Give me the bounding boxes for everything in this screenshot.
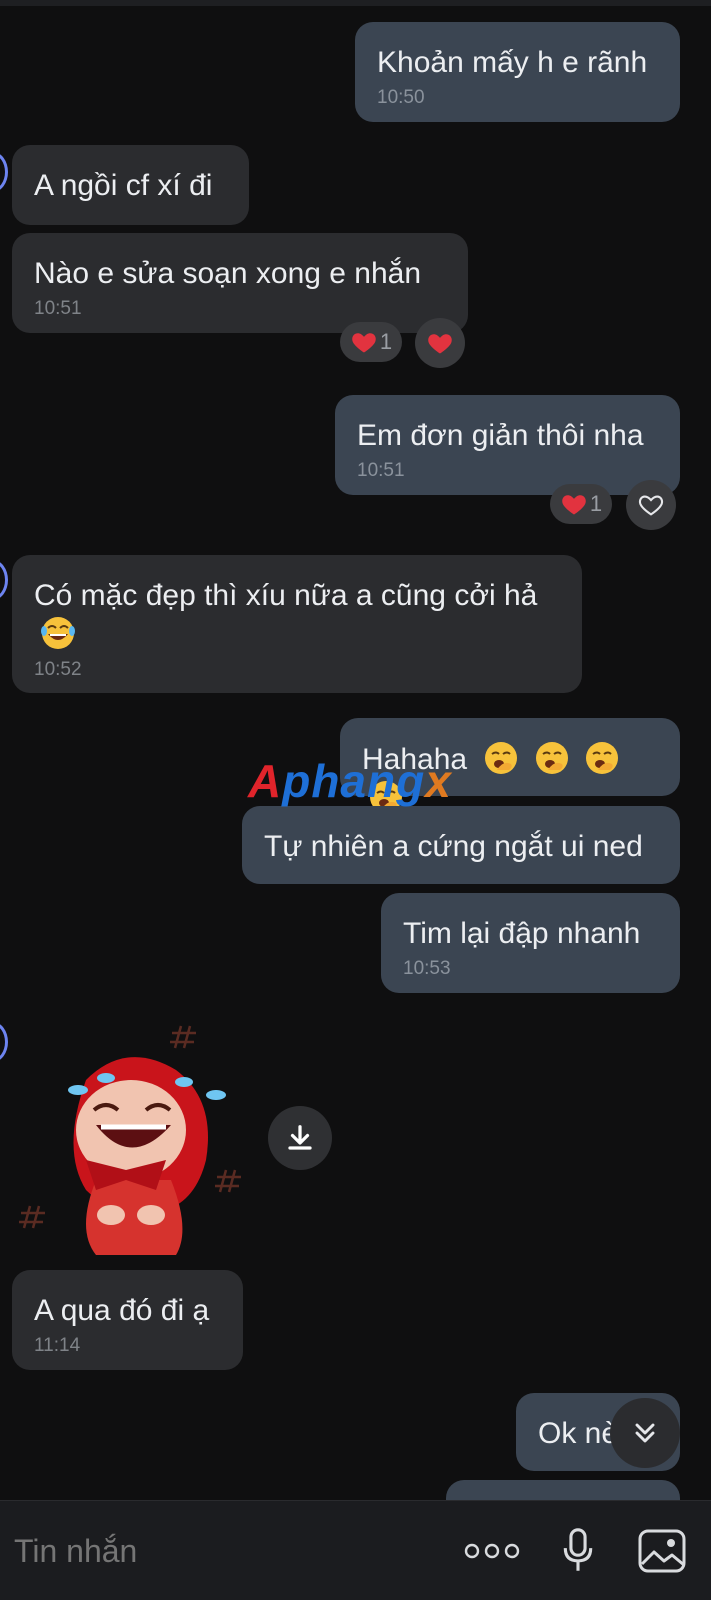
- message-text: Em đơn giản thôi nha: [357, 419, 644, 452]
- message-bubble-outgoing[interactable]: [446, 1480, 680, 1500]
- heart-icon: [428, 334, 452, 354]
- heart-outline-icon: [638, 495, 664, 516]
- microphone-icon: [563, 1528, 593, 1571]
- gallery-button[interactable]: [634, 1523, 690, 1579]
- reaction-count: 1: [379, 329, 393, 354]
- chevron-down-icon: [635, 1423, 655, 1443]
- more-icon: [464, 1543, 520, 1559]
- download-button[interactable]: [268, 1106, 332, 1170]
- yawning-emoji: [535, 742, 568, 774]
- react-button[interactable]: [626, 480, 676, 530]
- reaction-count: 1: [589, 491, 603, 516]
- chat-thread[interactable]: Khoản mấy h e rãnh 10:50 A ngồi cf xí đi…: [0, 0, 711, 1500]
- crying-laughing-sticker[interactable]: [16, 1020, 256, 1260]
- message-time: 10:51: [357, 460, 405, 481]
- message-time: 10:53: [403, 958, 451, 979]
- watermark-logo: Aphangx: [248, 755, 452, 807]
- reaction-chip[interactable]: 1: [340, 322, 402, 362]
- message-bubble-incoming[interactable]: A qua đó đi ạ 11:14: [12, 1270, 243, 1370]
- message-text: Tự nhiên a cứng ngắt ui ned: [264, 830, 643, 863]
- message-bubble-outgoing[interactable]: Tự nhiên a cứng ngắt ui ned: [242, 806, 680, 884]
- message-input[interactable]: [14, 1531, 434, 1571]
- yawning-emoji: [485, 742, 518, 774]
- yawning-emoji: [586, 742, 619, 774]
- message-text: Có mặc đẹp thì xíu nữa a cũng cởi hả: [34, 579, 538, 612]
- message-time: 10:50: [377, 87, 425, 108]
- message-bubble-outgoing[interactable]: Khoản mấy h e rãnh 10:50: [355, 22, 680, 122]
- message-time: 10:51: [34, 298, 82, 319]
- voice-button[interactable]: [556, 1523, 600, 1579]
- scroll-to-bottom-button[interactable]: [610, 1398, 680, 1468]
- message-text: Nào e sửa soạn xong e nhắn: [34, 257, 422, 290]
- message-time: 11:14: [34, 1335, 81, 1356]
- message-text: Tim lại đập nhanh: [403, 917, 641, 950]
- heart-icon: [562, 495, 586, 515]
- message-bubble-incoming[interactable]: A ngồi cf xí đi: [12, 145, 249, 225]
- message-text: A qua đó đi ạ: [34, 1294, 210, 1327]
- avatar[interactable]: [0, 1022, 8, 1062]
- laughing-emoji: [41, 617, 75, 649]
- message-composer: [0, 1500, 711, 1600]
- message-text: Ok nè: [538, 1417, 619, 1450]
- react-button[interactable]: [415, 318, 465, 368]
- image-icon: [638, 1529, 686, 1573]
- message-bubble-outgoing[interactable]: Em đơn giản thôi nha 10:51: [335, 395, 680, 495]
- message-bubble-incoming[interactable]: Nào e sửa soạn xong e nhắn 10:51: [12, 233, 468, 333]
- download-icon: [288, 1125, 312, 1150]
- message-text: Khoản mấy h e rãnh: [377, 46, 648, 79]
- message-bubble-outgoing[interactable]: Tim lại đập nhanh 10:53: [381, 893, 680, 993]
- avatar[interactable]: [0, 152, 8, 192]
- message-bubble-incoming[interactable]: Có mặc đẹp thì xíu nữa a cũng cởi hả 10:…: [12, 555, 582, 693]
- avatar[interactable]: [0, 560, 8, 600]
- reaction-chip[interactable]: 1: [550, 484, 612, 524]
- heart-icon: [352, 333, 376, 353]
- message-text: A ngồi cf xí đi: [34, 169, 213, 202]
- more-button[interactable]: [462, 1523, 522, 1579]
- message-time: 10:52: [34, 659, 82, 680]
